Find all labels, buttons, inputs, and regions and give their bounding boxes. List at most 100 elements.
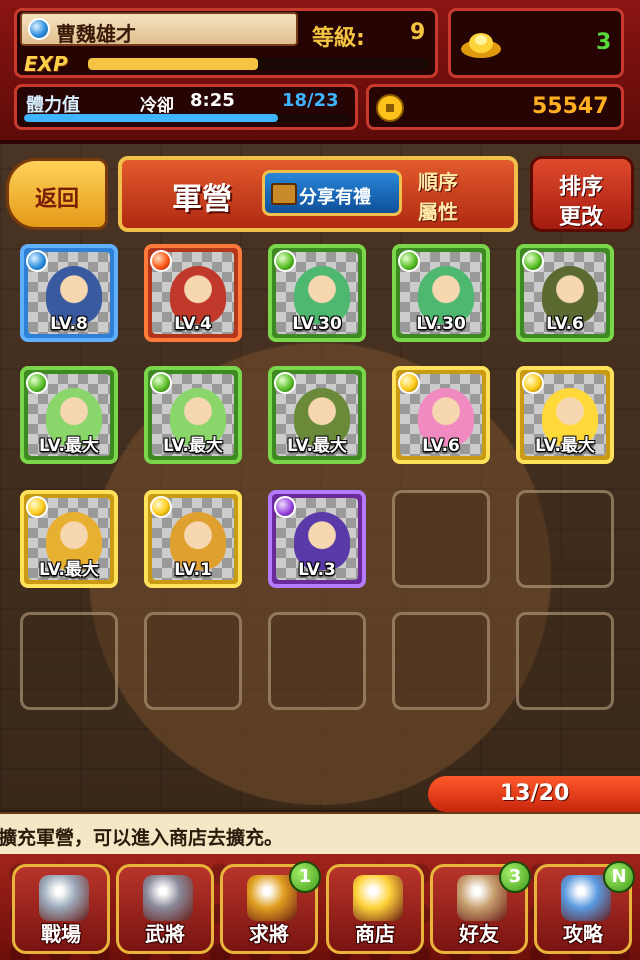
unit-level: LV.6 bbox=[422, 436, 460, 456]
empty-slot bbox=[392, 490, 490, 588]
treasure-chest-icon bbox=[271, 183, 297, 205]
share-gift-label: 分享有禮 bbox=[299, 187, 371, 208]
unit-card[interactable]: LV.30 bbox=[268, 244, 366, 342]
nav-button-label: 好友 bbox=[459, 922, 499, 946]
page-title: 軍營 bbox=[172, 182, 232, 217]
cooldown-label: 冷卻 bbox=[140, 96, 174, 116]
capacity-count: 13/20 bbox=[500, 781, 570, 806]
nav-button[interactable]: 商店 bbox=[326, 864, 424, 954]
nav-button[interactable]: 好友 3 bbox=[430, 861, 531, 954]
unit-card[interactable]: LV.30 bbox=[392, 244, 490, 342]
bottom-nav: 戰場 武將 求將 1 商店 好友 3 攻略 N bbox=[0, 854, 640, 960]
gold-ingot-icon bbox=[461, 33, 501, 58]
level-label: 等級: bbox=[312, 26, 365, 51]
unit-level: LV.最大 bbox=[535, 436, 595, 456]
unit-card[interactable]: LV.最大 bbox=[516, 366, 614, 464]
sort-button-line2: 更改 bbox=[559, 205, 604, 230]
unit-level: LV.30 bbox=[416, 314, 466, 334]
unit-level: LV.30 bbox=[292, 314, 342, 334]
coin-value: 55547 bbox=[532, 94, 609, 119]
empty-slot bbox=[20, 612, 118, 710]
unit-level: LV.最大 bbox=[287, 436, 347, 456]
wood-element-icon bbox=[274, 372, 296, 394]
gold-coin-icon bbox=[376, 94, 404, 122]
fire-element-icon bbox=[150, 250, 172, 272]
dark-element-icon bbox=[274, 496, 296, 518]
sort-order-label: 順序 bbox=[418, 170, 458, 194]
exp-bar bbox=[88, 58, 428, 70]
water-element-icon bbox=[28, 18, 50, 40]
empty-slot bbox=[516, 490, 614, 588]
wood-element-icon bbox=[150, 372, 172, 394]
player-name: 曹魏雄才 bbox=[56, 22, 136, 46]
empty-slot bbox=[392, 612, 490, 710]
nav-button[interactable]: 武將 bbox=[116, 864, 214, 954]
stamina-bar-fill bbox=[24, 114, 279, 122]
wood-element-icon bbox=[522, 250, 544, 272]
unit-level: LV.4 bbox=[174, 314, 212, 334]
unit-card[interactable]: LV.1 bbox=[144, 490, 242, 588]
message-ticker: 擴充軍營，可以進入商店去擴充。 bbox=[0, 812, 640, 856]
exp-bar-fill bbox=[88, 58, 258, 70]
level-value: 9 bbox=[410, 20, 426, 45]
player-name-box: 曹魏雄才 bbox=[20, 12, 298, 46]
ingot-value: 3 bbox=[596, 30, 612, 55]
light-element-icon bbox=[522, 372, 544, 394]
notification-badge: 3 bbox=[499, 861, 531, 893]
unit-card[interactable]: LV.6 bbox=[392, 366, 490, 464]
change-sort-button[interactable]: 排序 更改 bbox=[530, 156, 634, 232]
nav-button[interactable]: 攻略 N bbox=[534, 861, 635, 954]
nav-button-label: 攻略 bbox=[563, 922, 603, 946]
light-element-icon bbox=[26, 496, 48, 518]
unit-card[interactable]: LV.6 bbox=[516, 244, 614, 342]
nav-button-label: 求將 bbox=[249, 922, 289, 946]
light-element-icon bbox=[398, 372, 420, 394]
nav-button-label: 武將 bbox=[145, 922, 185, 946]
unit-level: LV.6 bbox=[546, 314, 584, 334]
back-button-label: 返回 bbox=[35, 187, 80, 212]
unit-level: LV.3 bbox=[298, 560, 336, 580]
stamina-value: 18/23 bbox=[282, 90, 339, 111]
unit-card[interactable]: LV.最大 bbox=[20, 490, 118, 588]
stamina-bar bbox=[24, 114, 350, 122]
unit-card[interactable]: LV.最大 bbox=[20, 366, 118, 464]
exp-label: EXP bbox=[24, 52, 68, 76]
wood-element-icon bbox=[274, 250, 296, 272]
empty-slot bbox=[268, 612, 366, 710]
barracks-area: 返回 軍營 分享有禮 順序 屬性 排序 更改 LV.8 LV.4 LV.30 LV.3… bbox=[0, 144, 640, 812]
unit-level: LV.8 bbox=[50, 314, 88, 334]
share-gift-button[interactable]: 分享有禮 bbox=[262, 170, 402, 216]
wood-element-icon bbox=[398, 250, 420, 272]
notification-badge: N bbox=[603, 861, 635, 893]
ticker-text: 擴充軍營，可以進入商店去擴充。 bbox=[0, 827, 284, 849]
empty-slot bbox=[516, 612, 614, 710]
gold-ingots-icon bbox=[353, 875, 403, 921]
light-element-icon bbox=[150, 496, 172, 518]
unit-level: LV.最大 bbox=[39, 560, 99, 580]
back-button[interactable]: 返回 bbox=[6, 158, 108, 230]
crossed-swords-icon bbox=[39, 875, 89, 921]
sort-button-line1: 排序 bbox=[559, 175, 604, 200]
capacity-indicator: 13/20 bbox=[428, 776, 640, 812]
nav-button-label: 戰場 bbox=[41, 922, 81, 946]
status-header: 曹魏雄才 等級: 9 EXP 3 體力值 冷卻 8:25 18/23 55547 bbox=[0, 0, 640, 144]
unit-level: LV.最大 bbox=[39, 436, 99, 456]
title-banner: 軍營 分享有禮 順序 屬性 bbox=[118, 156, 518, 232]
sort-attribute-label: 屬性 bbox=[418, 200, 458, 224]
water-element-icon bbox=[26, 250, 48, 272]
nav-button[interactable]: 戰場 bbox=[12, 864, 110, 954]
empty-slot bbox=[144, 612, 242, 710]
unit-level: LV.最大 bbox=[163, 436, 223, 456]
unit-card[interactable]: LV.4 bbox=[144, 244, 242, 342]
unit-card[interactable]: LV.3 bbox=[268, 490, 366, 588]
nav-button[interactable]: 求將 1 bbox=[220, 861, 321, 954]
unit-card[interactable]: LV.最大 bbox=[268, 366, 366, 464]
unit-level: LV.1 bbox=[174, 560, 212, 580]
notification-badge: 1 bbox=[289, 861, 321, 893]
nav-button-label: 商店 bbox=[355, 922, 395, 946]
unit-card[interactable]: LV.8 bbox=[20, 244, 118, 342]
wood-element-icon bbox=[26, 372, 48, 394]
cooldown-timer: 8:25 bbox=[190, 90, 235, 111]
helmet-icon bbox=[143, 875, 193, 921]
unit-card[interactable]: LV.最大 bbox=[144, 366, 242, 464]
